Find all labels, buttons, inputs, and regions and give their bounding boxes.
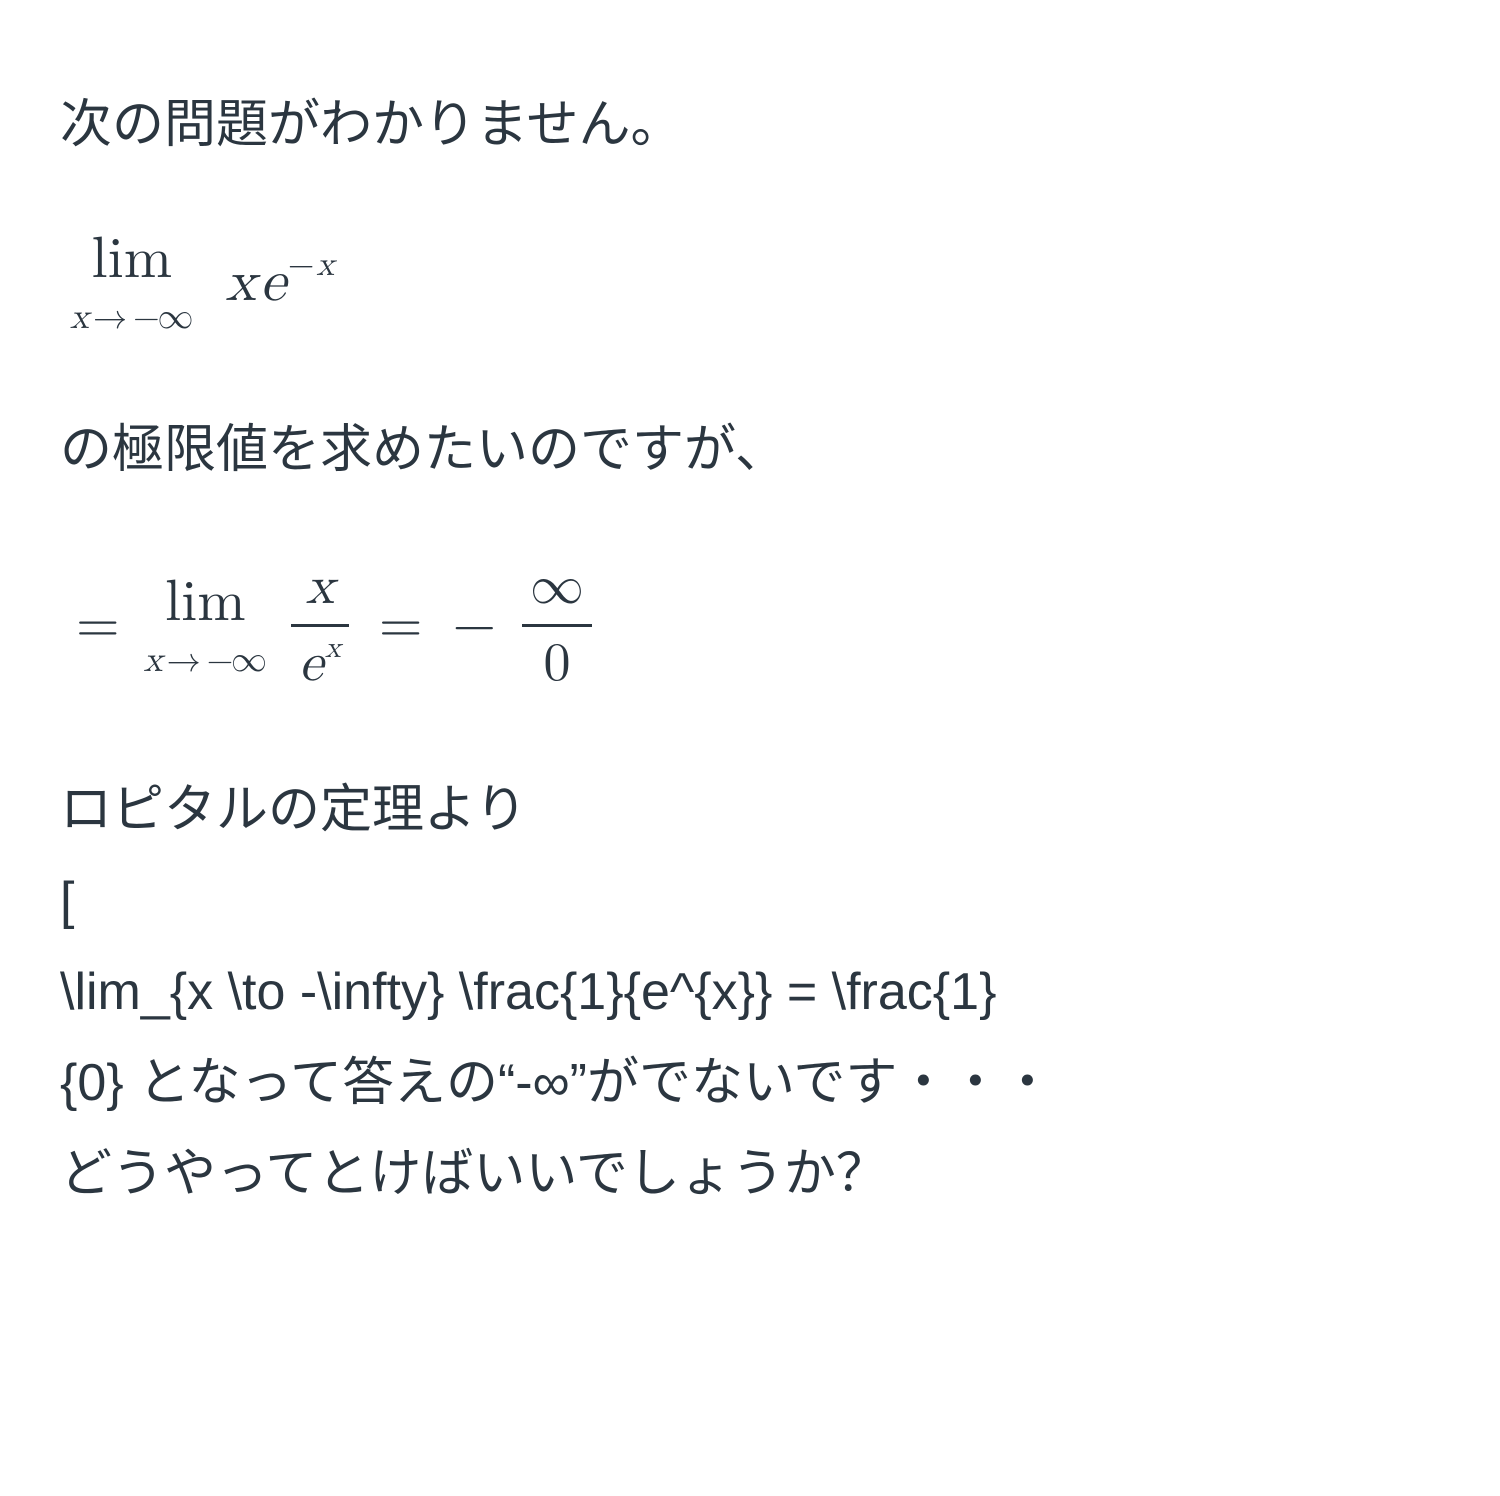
lim2-sub-infty: ∞	[231, 642, 267, 678]
frac1-den-x: x	[325, 633, 341, 663]
limit-operator: lim x→−∞	[70, 231, 193, 335]
bottom-line-2: [	[60, 856, 1440, 947]
limit-operator-2: lim x→−∞	[144, 574, 267, 678]
lim2-sub-neg: −	[205, 644, 231, 678]
bottom-line-1: ロピタルの定理より	[60, 765, 1440, 856]
intro-paragraph: 次の問題がわかりません。	[60, 80, 1440, 171]
math-limit-1: lim x→−∞ x e −x	[70, 231, 1440, 335]
frac1-numerator: x	[298, 556, 343, 618]
lim-label-2: lim	[165, 574, 246, 632]
frac2-bar	[522, 624, 592, 627]
fraction-x-over-ex: x e x	[285, 556, 355, 695]
bottom-line-3b: {0} となって答えの“-∞”がでないです・・・	[60, 1038, 1440, 1129]
expr-sup: −x	[288, 248, 334, 282]
frac1-den-ex: e x	[299, 637, 341, 691]
lim-subscript-2: x→−∞	[144, 642, 267, 678]
document-page: 次の問題がわかりません。 lim x→−∞ x e −x の極限値を求めたいので…	[0, 0, 1500, 1280]
frac2-numerator: ∞	[522, 556, 592, 618]
mid-paragraph: の極限値を求めたいのですが、	[60, 405, 1440, 496]
frac1-bar	[291, 624, 349, 627]
lim2-sub-var: x	[144, 642, 163, 678]
expr-e: e	[260, 254, 286, 312]
expr-e-power: e −x	[260, 254, 334, 312]
minus-sign: −	[446, 592, 498, 659]
lim1-expression: x e −x	[225, 254, 334, 312]
frac1-denominator: e x	[291, 633, 349, 695]
lim-sub-neg: −	[131, 301, 157, 335]
frac2-infty: ∞	[530, 560, 584, 614]
frac1-den-e: e	[299, 637, 323, 691]
lim2-sub-arrow: →	[163, 644, 205, 678]
math-limit-2: = lim x→−∞ x e x = − ∞ 0	[70, 556, 1440, 695]
lim-sub-arrow: →	[89, 301, 131, 335]
mid-text: の極限値を求めたいのですが、	[60, 421, 787, 479]
intro-text: 次の問題がわかりません。	[60, 96, 682, 154]
expr-sup-neg: −	[288, 248, 316, 282]
bottom-line-4: どうやってとけばいいでしょうか？	[60, 1129, 1440, 1220]
lim-sub-var: x	[70, 299, 89, 335]
fraction-inf-over-0: ∞ 0	[516, 556, 598, 695]
frac2-denominator: 0	[536, 633, 579, 695]
expr-sup-x: x	[316, 248, 334, 282]
frac2-zero: 0	[544, 637, 571, 691]
bottom-paragraph: ロピタルの定理より [ \lim_{x \to -\infty} \frac{1…	[60, 765, 1440, 1220]
lim-subscript: x→−∞	[70, 299, 193, 335]
lim-sub-infty: ∞	[157, 299, 193, 335]
expr-x: x	[225, 254, 256, 312]
eq-sign-2: =	[373, 592, 429, 659]
eq-sign-1: =	[70, 592, 126, 659]
lim-label: lim	[91, 231, 172, 289]
bottom-line-3a: \lim_{x \to -\infty} \frac{1}{e^{x}} = \…	[60, 947, 1440, 1038]
